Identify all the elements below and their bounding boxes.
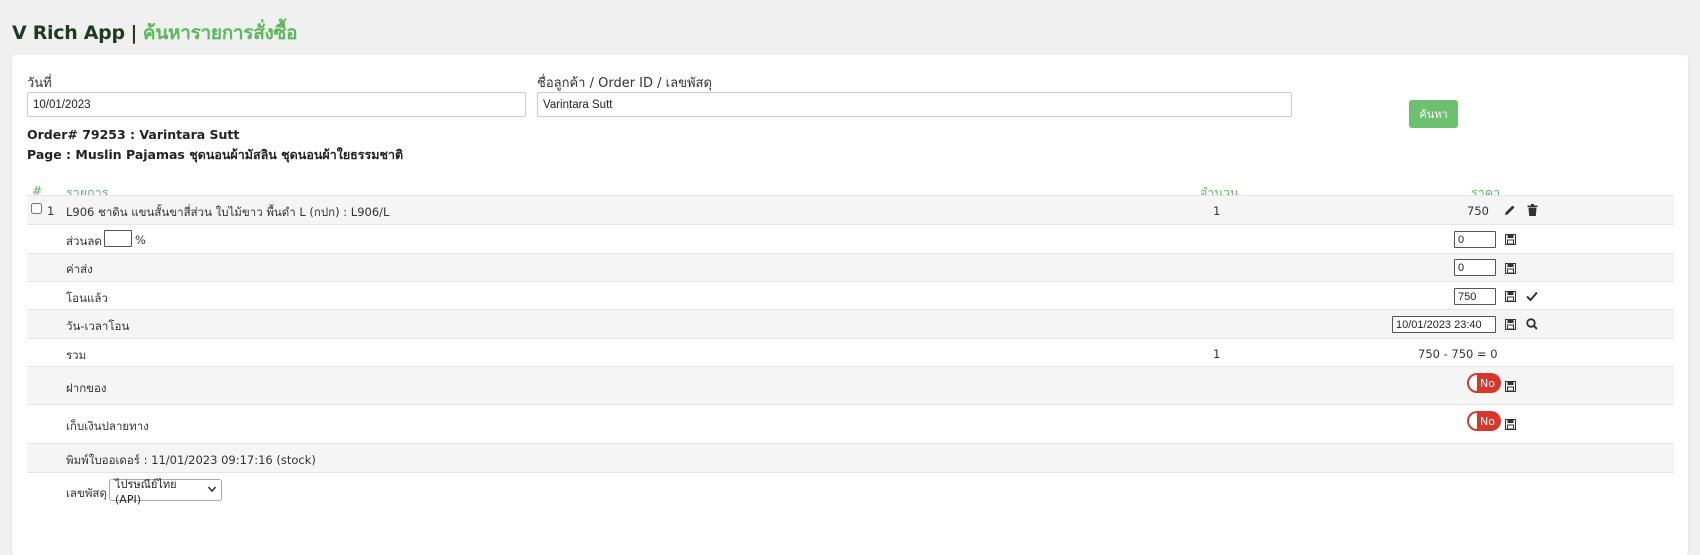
discount-label: ส่วนลด bbox=[66, 234, 102, 248]
transfer-time-label: วัน-เวลาโอน bbox=[66, 319, 130, 333]
total-qty: 1 bbox=[1213, 347, 1221, 361]
total-summary: 750 - 750 = 0 bbox=[1418, 347, 1498, 361]
paid-input[interactable] bbox=[1454, 288, 1496, 305]
item-index: 1 bbox=[47, 204, 55, 218]
deposit-label: ฝากของ bbox=[66, 381, 107, 395]
search-button[interactable]: ค้นหา bbox=[1409, 100, 1458, 128]
page-title: ค้นหารายการสั่งซื้อ bbox=[142, 22, 298, 44]
save-icon[interactable] bbox=[1503, 232, 1517, 246]
table-row-deposit: ฝากของ No bbox=[27, 366, 1674, 404]
item-checkbox[interactable] bbox=[31, 203, 42, 214]
save-icon[interactable] bbox=[1503, 379, 1517, 393]
order-page: Page : Muslin Pajamas ชุดนอนผ้ามัสลิน ชุ… bbox=[27, 147, 404, 162]
save-icon[interactable] bbox=[1503, 261, 1517, 275]
table-row-printed: พิมพ์ใบออเดอร์ : 11/01/2023 09:17:16 (st… bbox=[27, 443, 1674, 472]
search-icon[interactable] bbox=[1525, 317, 1539, 331]
item-qty: 1 bbox=[1213, 204, 1221, 218]
table-row-item: 1 L906 ชาดิน แขนสั้นขาสี่ส่วน ใบไม้ขาว พ… bbox=[27, 195, 1674, 224]
query-label: ชื่อลูกค้า / Order ID / เลขพัสดุ bbox=[537, 76, 712, 91]
trash-icon[interactable] bbox=[1525, 203, 1539, 217]
printed-text: พิมพ์ใบออเดอร์ : 11/01/2023 09:17:16 (st… bbox=[66, 453, 316, 467]
cod-label: เก็บเงินปลายทาง bbox=[66, 419, 149, 433]
carrier-select-value: ไปรษณีย์ไทย (API) bbox=[115, 477, 177, 506]
cod-toggle[interactable]: No bbox=[1467, 411, 1501, 431]
item-price: 750 bbox=[1467, 204, 1489, 218]
tracking-label: เลขพัสดุ bbox=[66, 486, 107, 500]
page-header: V Rich App | ค้นหารายการสั่งซื้อ bbox=[0, 0, 1700, 55]
table-row-discount: ส่วนลด % bbox=[27, 224, 1674, 253]
save-icon[interactable] bbox=[1503, 317, 1517, 331]
shipping-input[interactable] bbox=[1454, 259, 1496, 276]
percent-sign: % bbox=[135, 233, 146, 247]
table-row-shipping: ค่าส่ง bbox=[27, 253, 1674, 281]
chevron-down-icon bbox=[207, 484, 217, 497]
title-separator: | bbox=[130, 22, 138, 44]
date-input[interactable] bbox=[27, 92, 526, 117]
paid-label: โอนแล้ว bbox=[66, 291, 108, 305]
check-icon[interactable] bbox=[1525, 289, 1539, 303]
save-icon[interactable] bbox=[1503, 417, 1517, 431]
discount-input[interactable] bbox=[1454, 231, 1496, 248]
total-label: รวม bbox=[66, 348, 87, 362]
order-search-card: วันที่ ชื่อลูกค้า / Order ID / เลขพัสดุ … bbox=[12, 55, 1688, 555]
pencil-icon[interactable] bbox=[1503, 203, 1517, 217]
table-row-paid: โอนแล้ว bbox=[27, 281, 1674, 309]
app-name: V Rich App bbox=[12, 22, 125, 44]
table-row-tracking: เลขพัสดุ ไปรษณีย์ไทย (API) bbox=[27, 472, 1674, 512]
carrier-select[interactable]: ไปรษณีย์ไทย (API) bbox=[109, 478, 222, 506]
order-title: Order# 79253 : Varintara Sutt bbox=[27, 127, 240, 142]
table-row-total: รวม 1 750 - 750 = 0 bbox=[27, 338, 1674, 366]
discount-percent-input[interactable] bbox=[104, 230, 132, 247]
deposit-toggle[interactable]: No bbox=[1467, 373, 1501, 393]
table-row-cod: เก็บเงินปลายทาง No bbox=[27, 404, 1674, 443]
query-input[interactable] bbox=[537, 92, 1292, 117]
date-label: วันที่ bbox=[27, 76, 52, 91]
shipping-label: ค่าส่ง bbox=[66, 262, 93, 276]
item-name: L906 ชาดิน แขนสั้นขาสี่ส่วน ใบไม้ขาว พื้… bbox=[66, 205, 390, 219]
transfer-time-input[interactable] bbox=[1392, 316, 1496, 333]
table-row-transfer-time: วัน-เวลาโอน bbox=[27, 309, 1674, 338]
save-icon[interactable] bbox=[1503, 289, 1517, 303]
